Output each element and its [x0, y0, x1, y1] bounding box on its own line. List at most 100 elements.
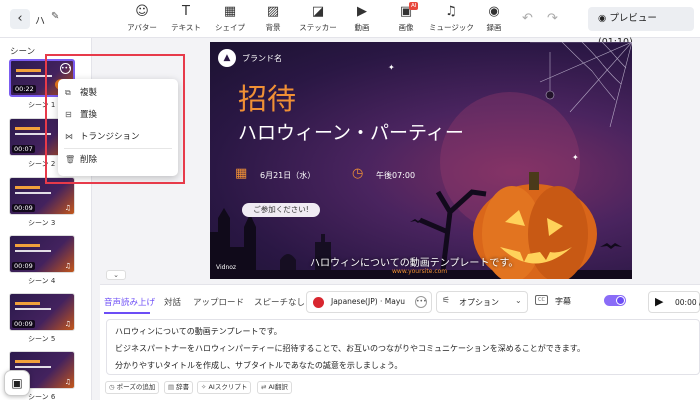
chip-label: AIスクリプト [208, 383, 248, 391]
transition-icon: ⋈ [65, 132, 73, 141]
tool-label: ステッカー [299, 23, 337, 32]
scene-label: シーン 2 [28, 160, 56, 168]
canvas-url: www.yoursite.com [392, 268, 448, 275]
rsvp-pill[interactable]: ご参加ください! [242, 203, 320, 217]
music-note-icon: ♫ [64, 204, 71, 212]
chip-label: ポーズの追加 [116, 383, 156, 391]
tool-record[interactable]: ◉ 録画 [472, 4, 516, 33]
subtitle-icon: CC [535, 295, 548, 305]
svg-text:✦: ✦ [388, 63, 395, 72]
menu-item-label: トランジション [80, 132, 140, 142]
video-icon: ▶ [357, 4, 367, 19]
canvas-subtitle[interactable]: ハロウィーン・パーティー [238, 118, 464, 145]
collapse-panel-button[interactable]: ⌄ [106, 270, 126, 280]
options-dropdown[interactable]: ⚟ オプション ⌄ [436, 291, 528, 313]
script-line: ハロウィンについての動画テンプレートです。 [115, 327, 282, 336]
script-textarea[interactable]: ハロウィンについての動画テンプレートです。 ビジネスパートナーをハロウィンパーテ… [106, 319, 700, 375]
text-icon: T [182, 4, 190, 19]
avatar-icon: ☺ [135, 4, 149, 19]
brand-name: ブランド名 [242, 54, 282, 63]
voice-selector[interactable]: Japanese(JP) · Mayu ••• [306, 291, 432, 313]
dictionary-button[interactable]: ▤ 辞書 [164, 381, 194, 394]
tab-upload[interactable]: アップロード [193, 296, 244, 308]
chat-icon: ▣ [11, 376, 23, 390]
thumb-subtitle-line [15, 192, 51, 194]
sticker-icon: ◪ [311, 4, 325, 19]
active-tab-indicator [104, 312, 150, 314]
menu-item-duplicate[interactable]: ⧉ 複製 [58, 83, 178, 103]
sliders-icon: ⚟ [442, 296, 451, 306]
chevron-down-icon: ⌄ [113, 271, 119, 279]
tool-music[interactable]: ♫ ミュージック [429, 4, 474, 33]
pencil-icon[interactable]: ✎ [51, 11, 59, 22]
scene-label: シーン 1 [28, 101, 56, 109]
ai-script-icon: ✧ [201, 383, 207, 391]
tool-label: ミュージック [429, 23, 474, 32]
redo-icon[interactable]: ↷ [547, 11, 558, 26]
music-note-icon: ♫ [64, 262, 71, 270]
tool-label: アバター [127, 23, 157, 32]
scene-thumbnail-4[interactable]: 00:09 ♫ [9, 235, 75, 273]
ai-translate-button[interactable]: ⇄ AI翻訳 [257, 381, 292, 394]
event-date[interactable]: 6月21日（水） [260, 170, 315, 181]
scene-thumbnail-3[interactable]: 00:09 ♫ [9, 177, 75, 215]
scene-thumbnail-5[interactable]: 00:09 ♫ [9, 293, 75, 331]
add-pause-button[interactable]: ◷ ポーズの追加 [105, 381, 160, 394]
menu-item-delete[interactable]: 🗑 削除 [58, 150, 178, 170]
tool-video[interactable]: ▶ 動画 [340, 4, 384, 33]
dictionary-icon: ▤ [168, 383, 175, 391]
scene-duration: 00:07 [12, 145, 35, 153]
canvas-caption[interactable]: ハロウィンについての動画テンプレートです。 [310, 254, 518, 269]
back-button[interactable]: ‹ [10, 9, 30, 29]
replace-icon: ⊟ [65, 110, 72, 119]
script-line: ビジネスパートナーをハロウィンパーティーに招待することで、お互いのつながりやコミ… [115, 344, 585, 353]
voice-name: Japanese(JP) · Mayu [331, 297, 406, 306]
project-name[interactable]: ハ [35, 12, 45, 27]
tool-label: 背景 [265, 23, 281, 32]
play-circle-icon: ◉ [598, 13, 610, 24]
more-icon[interactable]: ••• [415, 296, 427, 308]
ai-script-button[interactable]: ✧ AIスクリプト [197, 381, 252, 394]
thumb-subtitle-line [16, 75, 52, 77]
japan-flag-icon [313, 297, 324, 308]
menu-item-transition[interactable]: ⋈ トランジション [58, 127, 178, 147]
chip-label: 辞書 [176, 383, 190, 391]
preview-button[interactable]: ◉ プレビュー (01:10) [588, 7, 694, 48]
trash-icon: 🗑 [65, 155, 76, 164]
tool-image[interactable]: ▣ AI 画像 [384, 2, 428, 33]
more-options-icon[interactable]: ••• [60, 63, 72, 74]
menu-item-replace[interactable]: ⊟ 置換 [58, 105, 178, 125]
scene-label: シーン 4 [28, 277, 56, 285]
scene-duration: 00:22 [13, 85, 36, 93]
event-time[interactable]: 午後07:00 [376, 170, 415, 181]
brand-logo-icon: ▲ [218, 49, 236, 67]
tab-dialogue[interactable]: 対話 [164, 296, 181, 308]
undo-icon[interactable]: ↶ [522, 11, 533, 26]
thumb-subtitle-line [15, 366, 51, 368]
watermark: Vidnoz [216, 264, 237, 271]
toggle-knob [616, 296, 625, 305]
play-icon: ▶ [655, 295, 664, 308]
tab-no-speech[interactable]: スピーチなし [254, 296, 305, 308]
music-icon: ♫ [445, 4, 457, 19]
canvas-title[interactable]: 招待 [238, 76, 296, 118]
subtitle-toggle[interactable] [604, 295, 626, 306]
ai-translate-icon: ⇄ [261, 383, 267, 391]
play-audio-button[interactable]: ▶ 00:00 / [648, 291, 700, 313]
video-canvas[interactable]: ✦ ✦ ▲ ブランド名 招待 ハロウィーン・パーティー ▦ 6月21日（水） ◷… [210, 42, 632, 279]
chat-support-button[interactable]: ▣ [4, 370, 30, 396]
tool-shapes[interactable]: ▦ シェイプ [208, 4, 252, 33]
tab-text-to-speech[interactable]: 音声読み上げ [104, 296, 155, 308]
music-note-icon: ♫ [64, 320, 71, 328]
script-line: 分かりやすいタイトルを作成し、サブタイトルであなたの誠意を示しましょう。 [115, 361, 403, 370]
script-panel: 音声読み上げ 対話 アップロード スピーチなし Japanese(JP) · M… [100, 284, 700, 400]
tool-background[interactable]: ▨ 背景 [251, 4, 295, 33]
music-note-icon: ♫ [64, 378, 71, 386]
thumb-subtitle-line [15, 308, 51, 310]
menu-item-label: 複製 [80, 88, 98, 98]
tool-sticker[interactable]: ◪ ステッカー [296, 4, 340, 33]
tool-avatar[interactable]: ☺ アバター [120, 4, 164, 33]
tool-text[interactable]: T テキスト [164, 4, 208, 33]
record-icon: ◉ [488, 4, 500, 19]
scene-label: シーン 6 [28, 393, 56, 400]
